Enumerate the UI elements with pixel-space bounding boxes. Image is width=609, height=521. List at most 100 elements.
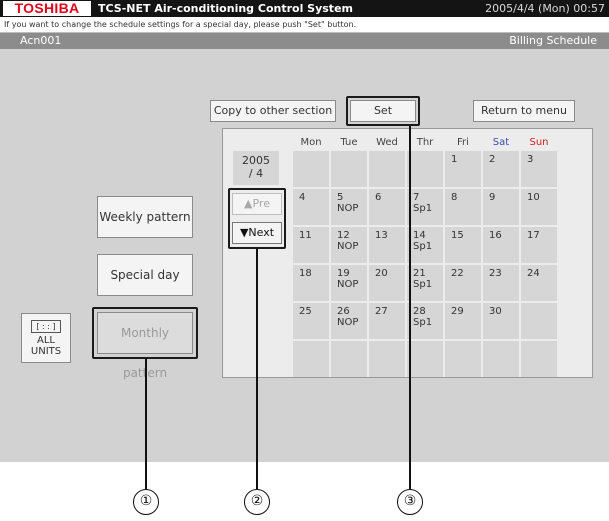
title-bar: TOSHIBA TCS-NET Air-conditioning Control… [0,0,609,17]
day-number: 13 [375,230,388,241]
schedule-tag: Sp1 [413,203,433,214]
schedule-tag: Sp1 [413,241,433,252]
callout-line-2 [256,249,258,489]
pre-next-highlight [228,188,286,249]
day-header-mon: Mon [300,137,322,148]
special-day-button[interactable]: Special day [97,254,193,296]
calendar-day-cell[interactable]: 17 [521,227,557,263]
calendar-day-cell[interactable]: 20 [369,265,405,301]
day-number: 8 [451,192,458,203]
calendar-day-cell[interactable]: 16 [483,227,519,263]
toshiba-logo: TOSHIBA [3,1,91,16]
callout-line-1 [145,359,147,489]
day-number: 29 [451,306,464,317]
day-number: 17 [527,230,540,241]
day-number: 25 [299,306,312,317]
calendar-day-cell[interactable]: 15 [445,227,481,263]
day-header-thr: Thr [416,137,434,148]
calendar-day-cell[interactable]: 23 [483,265,519,301]
day-number: 22 [451,268,464,279]
calendar-empty-cell [369,341,405,377]
day-number: 11 [299,230,312,241]
calendar-day-cell[interactable]: 21 Sp1 [407,265,443,301]
callout-1: ① [133,489,159,515]
calendar-day-cell[interactable]: 9 [483,189,519,225]
day-number: 14 [413,230,426,241]
calendar-day-cell[interactable]: 12 NOP [331,227,367,263]
day-number: 27 [375,306,388,317]
calendar-day-cell[interactable]: 5 NOP [331,189,367,225]
day-header-tue: Tue [340,137,358,148]
day-header-wed: Wed [376,137,398,148]
day-number: 28 [413,306,426,317]
units-icon: [ : : ] [31,320,61,333]
day-number: 10 [527,192,540,203]
callout-3: ③ [397,489,423,515]
calendar-day-cell[interactable]: 24 [521,265,557,301]
screen-name: Billing Schedule [509,34,597,47]
calendar-day-cell[interactable]: 22 [445,265,481,301]
calendar-day-cell[interactable]: 6 [369,189,405,225]
day-number: 20 [375,268,388,279]
set-button-highlight [346,96,420,126]
day-number: 4 [299,192,306,203]
calendar-day-cell[interactable]: 4 [293,189,329,225]
schedule-tag: NOP [337,279,359,290]
calendar-day-cell[interactable]: 30 [483,303,519,339]
calendar-day-cell[interactable]: 13 [369,227,405,263]
calendar-year: 2005 [242,154,270,167]
day-number: 5 [337,192,344,203]
calendar-empty-cell [293,151,329,187]
group-name: Acn001 [20,34,62,47]
day-number: 23 [489,268,502,279]
calendar-year-month: 2005 / 4 [233,151,279,185]
calendar-empty-cell [483,341,519,377]
screen-header: Acn001 Billing Schedule [0,33,609,49]
calendar-day-cell[interactable]: 25 [293,303,329,339]
all-units-button[interactable]: [ : : ] ALL UNITS [21,313,71,363]
callout-2: ② [244,489,270,515]
day-number: 1 [451,154,458,165]
day-number: 12 [337,230,350,241]
calendar-day-cell[interactable]: 18 [293,265,329,301]
day-header-fri: Fri [457,137,469,148]
calendar-day-cell[interactable]: 26 NOP [331,303,367,339]
calendar-day-cell[interactable]: 3 [521,151,557,187]
info-message-bar: If you want to change the schedule setti… [0,17,609,33]
calendar-day-cell[interactable]: 14 Sp1 [407,227,443,263]
copy-to-other-section-button[interactable]: Copy to other section [210,100,336,122]
calendar-day-cell[interactable]: 11 [293,227,329,263]
weekly-pattern-button[interactable]: Weekly pattern [97,196,193,238]
all-units-label-line2: UNITS [30,346,62,357]
day-number: 15 [451,230,464,241]
calendar-empty-cell [445,341,481,377]
calendar-day-cell[interactable]: 19 NOP [331,265,367,301]
calendar-panel: 2005 / 4 Mon Tue Wed Thr Fri Sat Sun 1 2 3 4 5 NOP 6… [222,128,593,378]
calendar-day-cell[interactable]: 1 [445,151,481,187]
calendar-day-cell[interactable]: 28 Sp1 [407,303,443,339]
day-number: 18 [299,268,312,279]
day-number: 26 [337,306,350,317]
day-number: 24 [527,268,540,279]
calendar-day-cell[interactable]: 27 [369,303,405,339]
calendar-empty-cell [407,151,443,187]
calendar-day-cell[interactable]: 10 [521,189,557,225]
calendar-day-cell[interactable]: 2 [483,151,519,187]
calendar-day-cell[interactable]: 8 [445,189,481,225]
day-number: 16 [489,230,502,241]
schedule-tag: Sp1 [413,279,433,290]
all-units-label-line1: ALL [37,335,55,346]
callout-line-3 [409,126,411,489]
day-number: 9 [489,192,496,203]
day-number: 2 [489,154,496,165]
calendar-empty-cell [331,341,367,377]
monthly-pattern-highlight [92,307,198,359]
calendar-day-cell[interactable]: 7 Sp1 [407,189,443,225]
calendar-empty-cell [369,151,405,187]
schedule-tag: Sp1 [413,317,433,328]
day-header-sat: Sat [492,137,510,148]
schedule-tag: NOP [337,317,359,328]
schedule-tag: NOP [337,203,359,214]
return-to-menu-button[interactable]: Return to menu [473,100,575,122]
calendar-day-cell[interactable]: 29 [445,303,481,339]
